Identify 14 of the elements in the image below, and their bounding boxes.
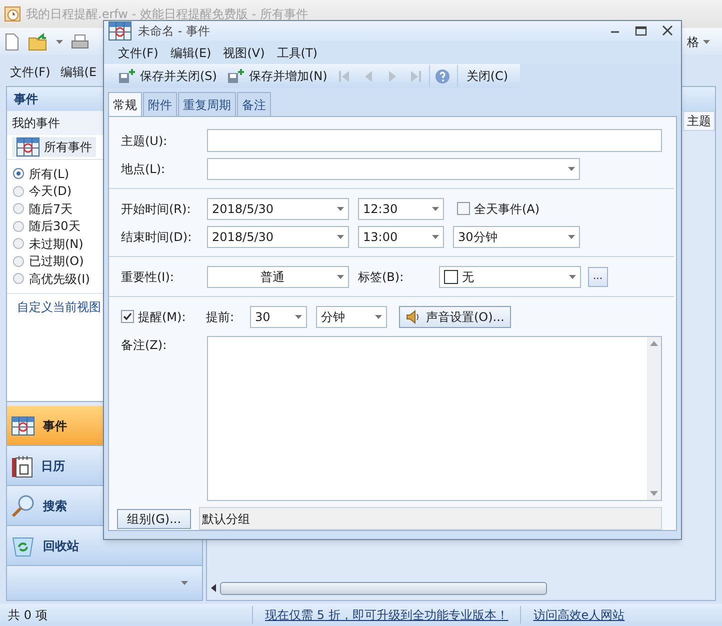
field-label: 重要性(I): (121, 268, 175, 286)
window-title: 我的日程提醒.erfw - 效能日程提醒免费版 - 所有事件 (26, 6, 308, 23)
field-label: 备注(Z): (121, 337, 168, 354)
field-label: 标签(B): (358, 268, 405, 286)
dialog-title: 未命名 - 事件 (138, 23, 211, 40)
field-label: 主题(U): (121, 132, 168, 150)
field-label: 提前: (206, 308, 236, 326)
field-label: 开始时间(R): (121, 200, 192, 218)
item-count: 共 0 项 (0, 606, 253, 624)
checkbox-label: 提醒(M): (138, 308, 186, 326)
group-field: 默认分组 (199, 507, 662, 530)
field-label: 结束时间(D): (121, 228, 193, 246)
field-label: 地点(L): (121, 160, 166, 178)
checkbox-label: 全天事件(A) (474, 200, 540, 218)
